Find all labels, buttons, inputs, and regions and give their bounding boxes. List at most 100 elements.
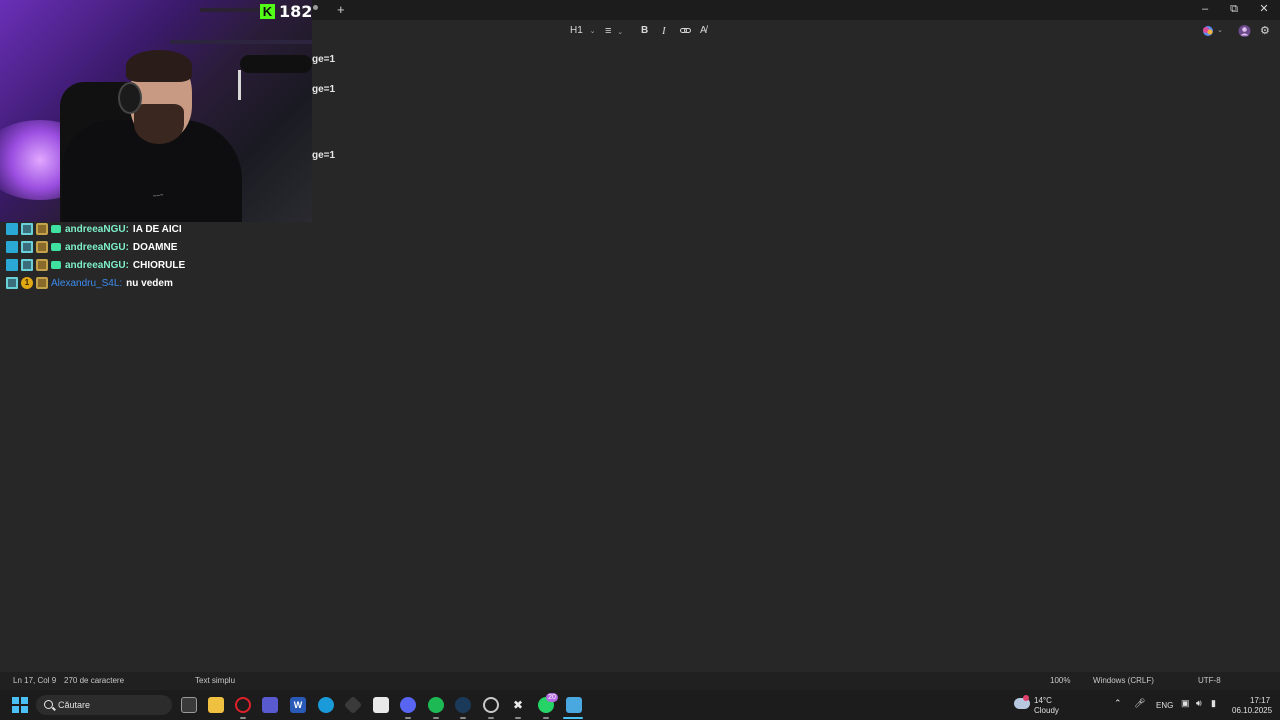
active-indicator [563, 717, 583, 719]
avatar[interactable] [1238, 23, 1251, 39]
chat-username: andreeaNGU [65, 241, 126, 253]
gift-badge-icon [36, 223, 48, 235]
list-dropdown[interactable]: ≡ ⌄ [605, 23, 623, 39]
running-indicator [543, 717, 549, 719]
microphone [240, 55, 312, 73]
chat-message: 1 Alexandru_S4L: nu vedem [6, 274, 306, 292]
gift-badge-icon [36, 277, 48, 289]
encoding[interactable]: UTF-8 [1198, 676, 1221, 686]
battery-icon[interactable]: ▮ [1211, 699, 1216, 708]
clock-date[interactable]: 06.10.2025 [1232, 706, 1272, 715]
task-view-icon[interactable] [181, 697, 197, 713]
moderator-badge-icon [6, 223, 18, 235]
network-icon[interactable]: ▣ [1181, 699, 1190, 708]
language-indicator[interactable]: ENG [1156, 701, 1173, 710]
search-icon [44, 700, 53, 709]
chevron-down-icon: ⌄ [617, 29, 624, 36]
taskbar: Căutare W ✖ 20 14°C Cloudy ⌃ 🎤︎ ENG ▣ 🔊︎… [0, 690, 1280, 720]
chat-message: andreeaNGU: CHIORULE [6, 256, 306, 274]
vip-badge-icon: 1 [21, 277, 33, 289]
gift-badge-icon [36, 259, 48, 271]
cursor-position[interactable]: Ln 17, Col 9 [13, 676, 56, 686]
moderator-badge-icon [6, 241, 18, 253]
subscriber-badge-icon [6, 277, 18, 289]
chat-message: andreeaNGU: DOAMNE [6, 238, 306, 256]
bot-badge-icon [51, 243, 61, 251]
editor-line: ge=1 [312, 54, 336, 65]
gift-badge-icon [36, 241, 48, 253]
search-placeholder: Căutare [58, 700, 91, 710]
weather-temp[interactable]: 14°C [1034, 696, 1052, 705]
chevron-up-icon[interactable]: ⌃ [1114, 699, 1122, 708]
obs-icon[interactable] [483, 697, 499, 713]
chat-text: CHIORULE [132, 259, 186, 271]
word-icon[interactable]: W [290, 697, 306, 713]
close-button[interactable]: ✕ [1249, 1, 1279, 19]
whatsapp-badge: 20 [546, 693, 558, 702]
bot-badge-icon [51, 261, 61, 269]
windows-start-icon[interactable] [12, 697, 28, 713]
store-icon[interactable] [373, 697, 389, 713]
volume-icon[interactable]: 🔊︎ [1196, 699, 1202, 708]
taskbar-search[interactable]: Căutare [36, 695, 172, 715]
subscriber-badge-icon [21, 241, 33, 253]
running-indicator [405, 717, 411, 719]
running-indicator [515, 717, 521, 719]
running-indicator [460, 717, 466, 719]
chat-username: andreeaNGU [65, 259, 126, 271]
clock-time[interactable]: 17:17 [1250, 696, 1270, 705]
headset [118, 82, 142, 114]
chevron-down-icon[interactable]: ⌄ [1217, 23, 1223, 39]
italic-icon[interactable]: I [662, 23, 666, 39]
bold-icon[interactable]: B [641, 23, 648, 39]
edge-icon[interactable] [318, 697, 334, 713]
bot-badge-icon [51, 225, 61, 233]
clear-formatting-icon[interactable]: A̸ [700, 23, 707, 39]
running-indicator [488, 717, 494, 719]
kick-logo-icon: K [260, 3, 275, 19]
discord-icon[interactable] [400, 697, 416, 713]
opera-gx-icon[interactable] [235, 697, 251, 713]
microphone-icon[interactable]: 🎤︎ [1134, 699, 1145, 708]
maximize-button[interactable]: ⧉ [1219, 1, 1249, 19]
copilot-icon[interactable] [1202, 23, 1214, 39]
viewer-counter: K 182 [260, 1, 312, 21]
zoom-level[interactable]: 100% [1050, 676, 1070, 686]
line-ending[interactable]: Windows (CRLF) [1093, 676, 1154, 686]
capcut-icon[interactable]: ✖ [510, 697, 526, 713]
chat-colon: : [125, 259, 129, 271]
chat-text: DOAMNE [132, 241, 178, 253]
editor-line: ge=1 [312, 84, 336, 95]
status-bar: Ln 17, Col 9 270 de caractere Text simpl… [0, 672, 1280, 690]
running-indicator [433, 717, 439, 719]
chat-username: andreeaNGU [65, 223, 126, 235]
chat-text: nu vedem [126, 277, 173, 289]
heading-label: H1 [570, 25, 583, 36]
chat-message: andreeaNGU: IA DE AICI [6, 220, 306, 238]
gear-icon[interactable]: ⚙ [1260, 23, 1270, 39]
webcam-overlay: ~~~ [0, 0, 312, 222]
new-tab-button[interactable]: + [337, 2, 345, 18]
spotify-icon[interactable] [428, 697, 444, 713]
heading-dropdown[interactable]: H1 ⌄ [570, 23, 595, 39]
notepad-icon[interactable] [566, 697, 582, 713]
chat-overlay: andreeaNGU: IA DE AICI andreeaNGU: DOAMN… [6, 220, 306, 292]
subscriber-badge-icon [21, 259, 33, 271]
shelf [170, 40, 312, 44]
mic-arm [238, 70, 241, 100]
subscriber-badge-icon [21, 223, 33, 235]
list-icon: ≡ [605, 25, 612, 37]
teams-icon[interactable] [262, 697, 278, 713]
weather-desc[interactable]: Cloudy [1034, 706, 1059, 715]
steam-icon[interactable] [455, 697, 471, 713]
unsaved-dot-icon [313, 5, 318, 10]
link-icon[interactable] [680, 23, 691, 39]
file-explorer-icon[interactable] [208, 697, 224, 713]
chat-username: Alexandru_S4L [51, 277, 120, 289]
running-indicator [240, 717, 246, 719]
chat-colon: : [125, 241, 129, 253]
chevron-down-icon: ⌄ [589, 28, 596, 35]
minimize-button[interactable]: – [1190, 1, 1220, 19]
unity-icon[interactable] [343, 695, 363, 715]
format-indicator[interactable]: Text simplu [195, 676, 235, 686]
